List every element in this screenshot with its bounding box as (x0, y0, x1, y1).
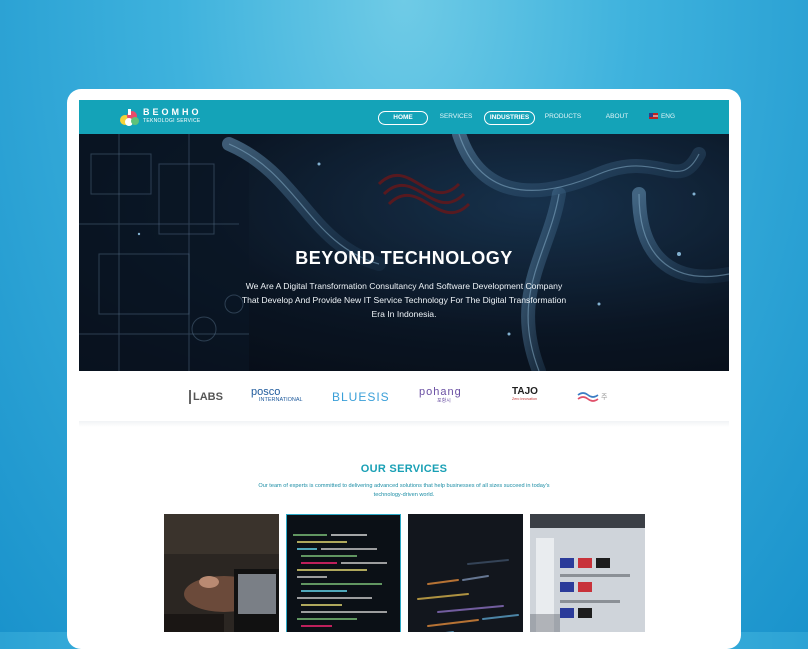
service-card-4-dashboard-image (530, 514, 645, 632)
service-card-3-code-image (408, 514, 523, 632)
nav-products[interactable]: PRODUCTS (541, 111, 585, 123)
us-flag-icon (648, 113, 658, 120)
client-logo-labs: LABS (189, 388, 223, 404)
logo-mark-icon (120, 109, 139, 126)
logo-tagline: TEKNOLOGI SERVICE (143, 118, 201, 124)
hero-title: BEYOND TECHNOLOGY (295, 248, 513, 268)
language-label: ENG (660, 113, 676, 120)
client-logo-bluesis: BLUESIS (332, 390, 390, 404)
services-description: Our team of experts is committed to deli… (258, 483, 550, 498)
client-logo-posco: posco INTERNATIONAL (251, 386, 303, 404)
hero-banner: BEYOND TECHNOLOGY We Are A Digital Trans… (79, 134, 729, 371)
service-card-2-code-image (287, 515, 400, 632)
nav-home[interactable]: HOME (378, 111, 428, 125)
logo-name: BEOMHO (143, 107, 202, 117)
website: BEOMHO TEKNOLOGI SERVICE HOME SERVICES I… (79, 100, 729, 632)
service-card-1-image (164, 514, 279, 632)
nav-industries[interactable]: INDUSTRIES (484, 111, 535, 125)
nav-services[interactable]: SERVICES (434, 111, 478, 123)
service-card-2[interactable] (286, 514, 401, 632)
section-divider (79, 421, 729, 427)
client-logo-tajo: TAJO Zero Innovation (512, 386, 538, 402)
service-card-3[interactable] (408, 514, 523, 632)
top-navbar: BEOMHO TEKNOLOGI SERVICE HOME SERVICES I… (79, 100, 729, 134)
client-logo-wave: 주 (577, 388, 607, 404)
services-title: OUR SERVICES (360, 463, 448, 475)
service-card-1[interactable] (164, 514, 279, 632)
nav-about[interactable]: ABOUT (597, 111, 637, 123)
client-logos-strip: LABS posco INTERNATIONAL BLUESIS pohang … (79, 371, 729, 421)
client-logo-pohang: pohang 포항시 (419, 386, 462, 405)
hero-subtitle: We Are A Digital Transformation Consulta… (241, 281, 567, 319)
service-card-4[interactable] (530, 514, 645, 632)
wave-logo-icon (577, 391, 599, 402)
language-switch[interactable]: ENG (645, 111, 679, 123)
